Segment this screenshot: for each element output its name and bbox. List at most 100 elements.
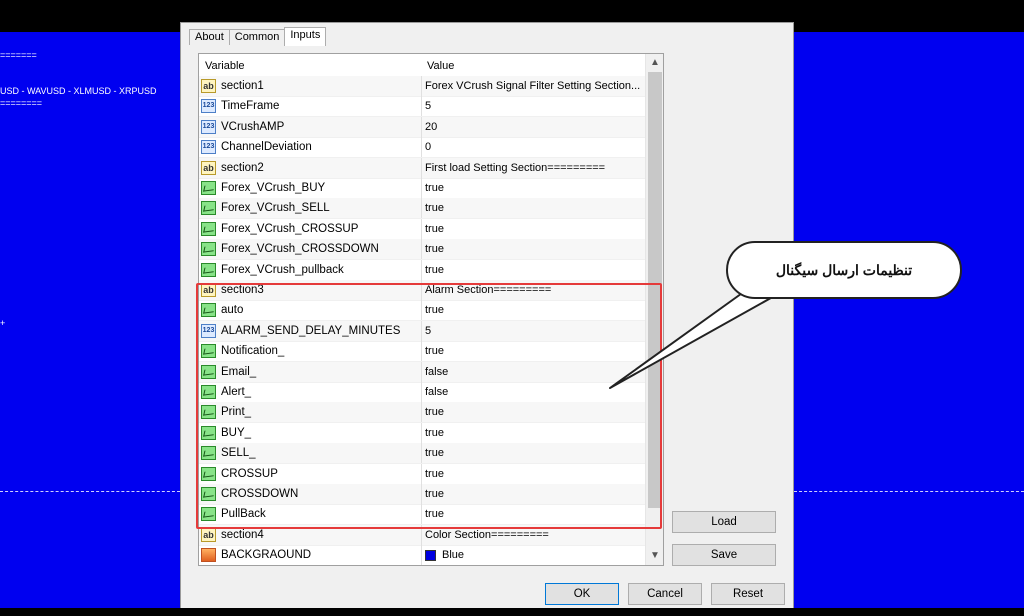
variable-cell: Forex_VCrush_BUY <box>201 178 422 198</box>
chart-dashed-line-right <box>794 491 1024 492</box>
value-cell[interactable]: false <box>425 382 643 402</box>
value-cell[interactable]: true <box>425 484 643 504</box>
grid-row[interactable]: CROSSUP true <box>199 463 645 485</box>
scroll-up-icon[interactable]: ▲ <box>646 54 663 72</box>
grid-row[interactable]: 123 VCrushAMP 20 <box>199 116 645 138</box>
value-cell[interactable]: 20 <box>425 117 643 137</box>
value-cell[interactable]: First load Setting Section========= <box>425 158 643 178</box>
grid-row[interactable]: ab section1 Forex VCrush Signal Filter Set… <box>199 76 645 97</box>
variable-name: section2 <box>221 161 264 174</box>
value-cell[interactable]: true <box>425 443 643 463</box>
grid-row[interactable]: ab section4 Color Section========= <box>199 524 645 546</box>
grid-scrollbar[interactable]: ▲ ▼ <box>645 54 663 565</box>
scroll-thumb[interactable] <box>648 72 662 508</box>
value-cell[interactable]: true <box>425 504 643 524</box>
load-button[interactable]: Load <box>672 511 776 533</box>
variable-cell: 123 VCrushAMP <box>201 116 422 137</box>
column-header-variable[interactable]: Variable <box>205 54 245 76</box>
value-text: true <box>425 202 444 215</box>
tab-about[interactable]: About <box>189 29 230 45</box>
variable-cell: 123 TimeFrame <box>201 96 422 117</box>
value-cell[interactable]: Blue <box>425 545 643 565</box>
cancel-button[interactable]: Cancel <box>628 583 702 605</box>
value-cell[interactable]: 5 <box>425 96 643 116</box>
grid-row[interactable]: Email_ false <box>199 361 645 383</box>
variable-name: section3 <box>221 284 264 296</box>
grid-row[interactable]: Forex_VCrush_BUY true <box>199 178 645 199</box>
number-type-icon: 123 <box>201 140 216 155</box>
value-text: Forex VCrush Signal Filter Setting Secti… <box>425 80 641 92</box>
value-cell[interactable]: 5 <box>425 321 643 341</box>
grid-row[interactable]: CROSSDOWN true <box>199 484 645 505</box>
tab-common[interactable]: Common <box>228 29 286 45</box>
value-text: false <box>425 365 449 378</box>
value-cell[interactable]: Forex VCrush Signal Filter Setting Secti… <box>425 76 643 96</box>
value-cell[interactable]: true <box>425 178 643 198</box>
value-cell[interactable]: true <box>425 300 643 320</box>
value-cell[interactable]: true <box>425 423 643 443</box>
value-cell[interactable]: false <box>425 362 643 382</box>
value-text: First load Setting Section========= <box>425 161 606 174</box>
value-cell[interactable]: true <box>425 341 643 361</box>
variable-name: Email_ <box>221 365 257 378</box>
variable-cell: ab section3 <box>201 280 422 300</box>
value-cell[interactable]: Color Section========= <box>425 525 643 545</box>
value-cell[interactable]: true <box>425 402 643 422</box>
variable-cell: Notification_ <box>201 341 422 362</box>
ok-button[interactable]: OK <box>545 583 619 605</box>
grid-row[interactable]: Notification_ true <box>199 341 645 363</box>
variable-name: BUY_ <box>221 426 252 439</box>
grid-row[interactable]: ab section2 First load Setting Section====… <box>199 157 645 179</box>
grid-row[interactable]: 123 ALARM_SEND_DELAY_MINUTES 5 <box>199 320 645 342</box>
grid-row[interactable]: Print_ true <box>199 402 645 424</box>
value-cell[interactable]: true <box>425 219 643 239</box>
grid-row[interactable]: BUY_ true <box>199 422 645 444</box>
scroll-down-icon[interactable]: ▼ <box>646 547 663 565</box>
grid-row[interactable]: auto true <box>199 300 645 322</box>
value-cell[interactable]: 0 <box>425 137 643 157</box>
variable-cell: Alert_ <box>201 382 422 402</box>
value-cell[interactable]: true <box>425 464 643 484</box>
value-text: true <box>425 304 444 317</box>
grid-row[interactable]: Forex_VCrush_pullback true <box>199 259 645 281</box>
value-cell[interactable]: true <box>425 260 643 280</box>
grid-row[interactable]: Forex_VCrush_SELL true <box>199 198 645 220</box>
variable-name: CROSSUP <box>221 467 278 480</box>
variable-cell: PullBack <box>201 504 422 525</box>
save-button[interactable]: Save <box>672 544 776 566</box>
grid-row[interactable]: PullBack true <box>199 504 645 526</box>
boolean-type-icon <box>201 446 216 461</box>
variable-name: BACKGRAOUND <box>221 549 312 562</box>
variable-cell: CROSSDOWN <box>201 484 422 504</box>
number-type-icon: 123 <box>201 323 216 338</box>
chart-crosshair-mark: + <box>0 318 6 328</box>
reset-button[interactable]: Reset <box>711 583 785 605</box>
tab-inputs[interactable]: Inputs <box>284 27 327 46</box>
text-type-icon: ab <box>201 527 216 542</box>
column-header-value[interactable]: Value <box>427 54 454 76</box>
value-text: true <box>425 426 444 439</box>
variable-name: Forex_VCrush_CROSSDOWN <box>221 243 379 256</box>
value-text: 5 <box>425 324 432 337</box>
boolean-type-icon <box>201 425 216 440</box>
value-cell[interactable]: true <box>425 239 643 259</box>
grid-row[interactable]: BACKGRAOUND Blue <box>199 545 645 565</box>
grid-row[interactable]: Forex_VCrush_CROSSDOWN true <box>199 239 645 261</box>
grid-row[interactable]: 123 TimeFrame 5 <box>199 96 645 118</box>
variable-cell: 123 ChannelDeviation <box>201 137 422 158</box>
grid-row[interactable]: ab section3 Alarm Section========= <box>199 280 645 301</box>
inputs-grid: Variable Value ab section1 Forex VCrush Si… <box>198 53 664 566</box>
value-cell[interactable]: Alarm Section========= <box>425 280 643 300</box>
variable-cell: Forex_VCrush_CROSSDOWN <box>201 239 422 260</box>
value-cell[interactable]: true <box>425 198 643 218</box>
value-text: true <box>425 447 444 460</box>
grid-row[interactable]: 123 ChannelDeviation 0 <box>199 137 645 159</box>
boolean-type-icon <box>201 364 216 379</box>
value-text: true <box>425 488 444 500</box>
grid-row[interactable]: Alert_ false <box>199 382 645 403</box>
boolean-type-icon <box>201 262 216 277</box>
value-text: true <box>425 508 444 521</box>
grid-row[interactable]: Forex_VCrush_CROSSUP true <box>199 218 645 240</box>
grid-row[interactable]: SELL_ true <box>199 443 645 465</box>
variable-cell: Forex_VCrush_SELL <box>201 198 422 219</box>
